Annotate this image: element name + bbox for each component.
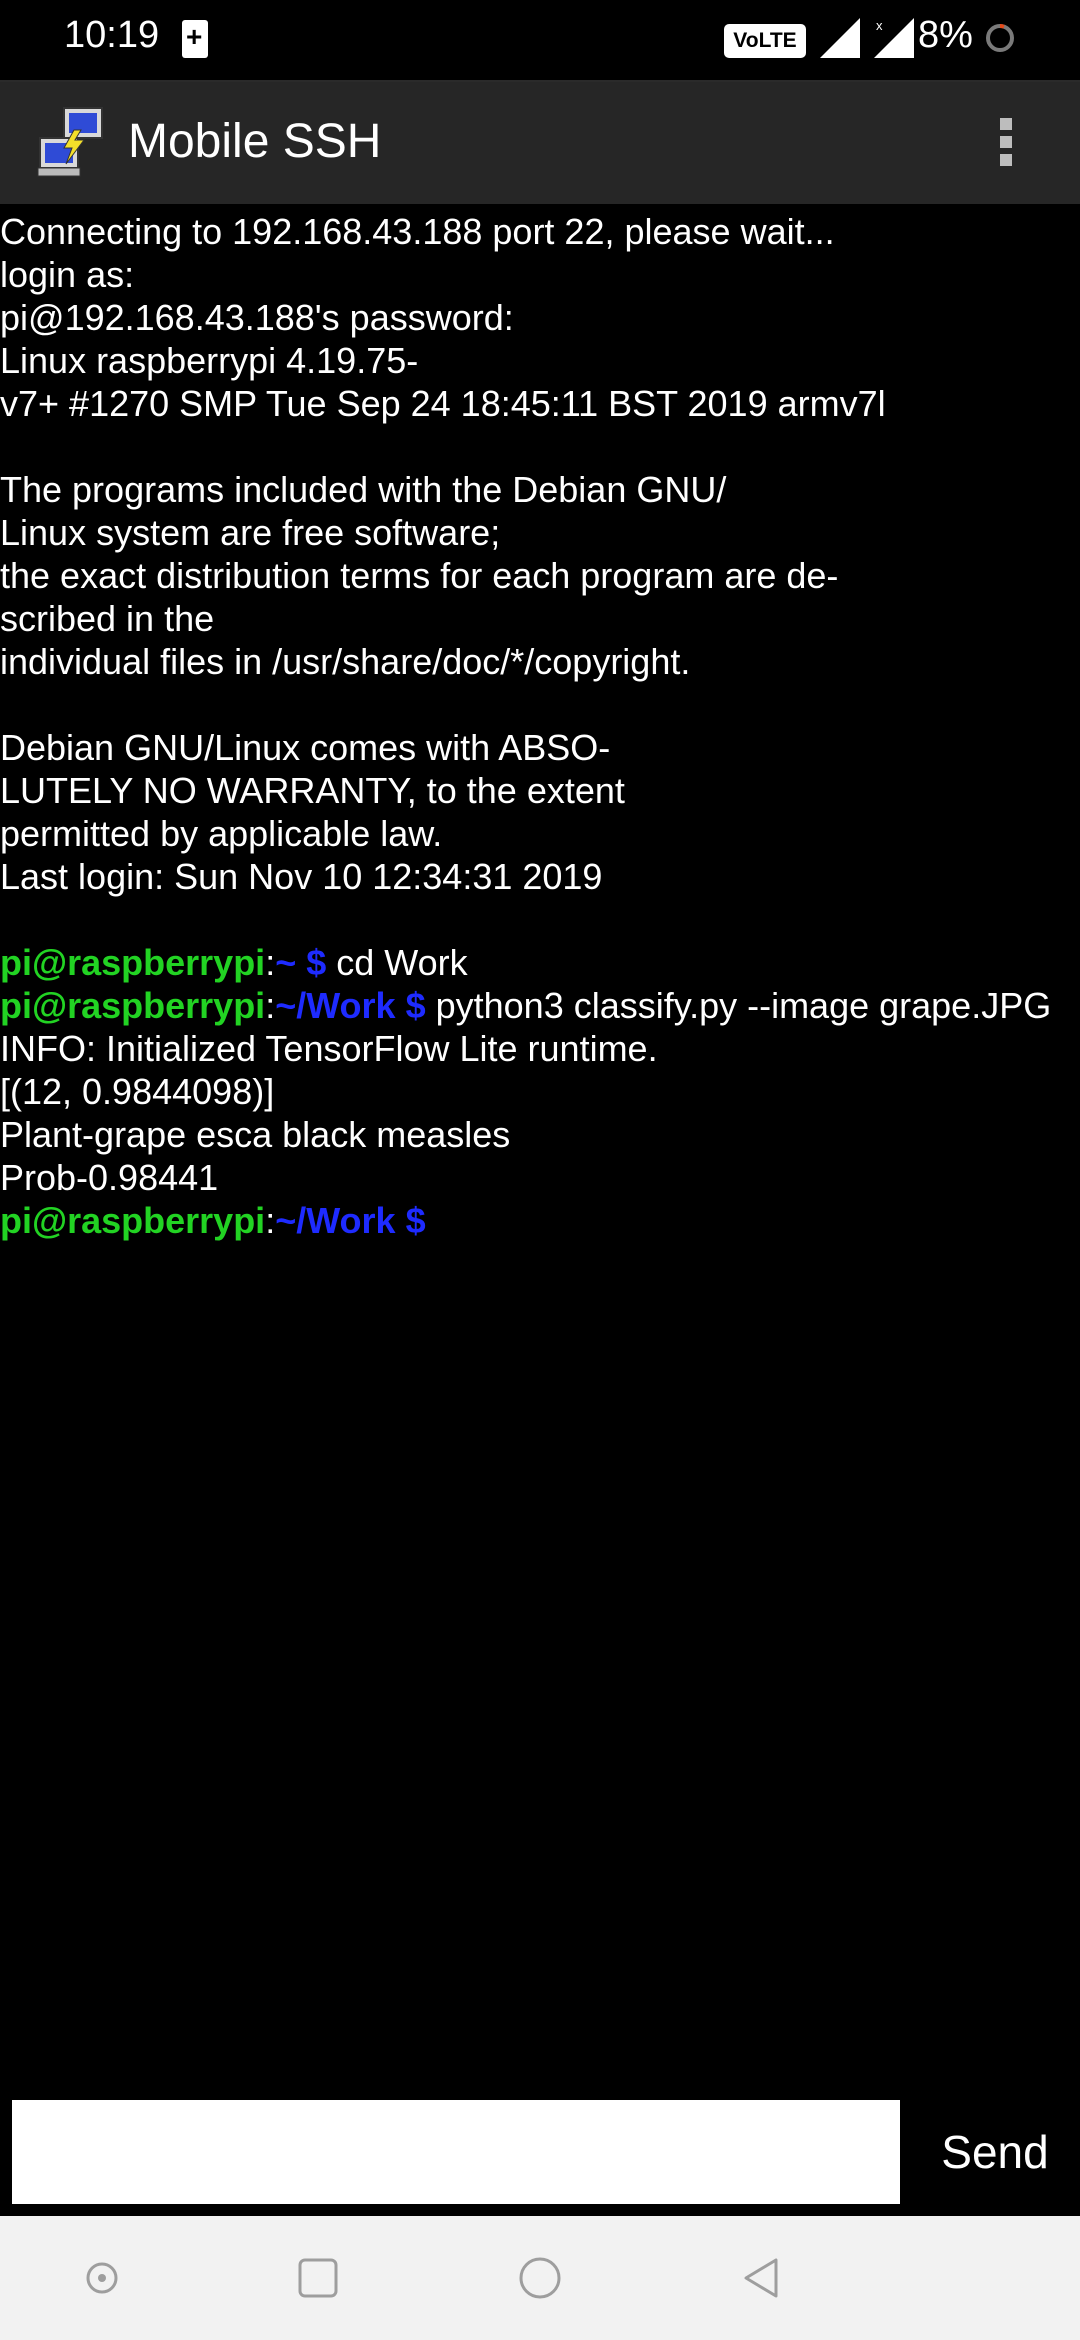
app-bar: Mobile SSH — [0, 82, 1080, 204]
output-line: Prob-0.98441 — [0, 1157, 219, 1198]
prompt-line: pi@raspberrypi:~/Work $ python3 classify… — [0, 984, 1080, 1027]
volte-badge: VoLTE — [724, 24, 806, 58]
signal-no-data-icon: x — [874, 18, 914, 58]
terminal-line: v7+ #1270 SMP Tue Sep 24 18:45:11 BST 20… — [0, 383, 886, 424]
app-title: Mobile SSH — [128, 115, 382, 168]
signal-icon — [820, 18, 860, 58]
terminal-line: Linux system are free software; — [0, 512, 501, 553]
send-button[interactable]: Send — [920, 2100, 1070, 2204]
putty-computers-icon — [37, 107, 103, 177]
battery-percent: 8% — [918, 14, 973, 56]
output-line: [(12, 0.9844098)] — [0, 1071, 275, 1112]
battery-charging-icon — [182, 20, 208, 58]
home-circle-icon[interactable] — [516, 2254, 564, 2302]
overflow-menu-icon[interactable] — [990, 114, 1022, 174]
output-line: INFO: Initialized TensorFlow Lite runtim… — [0, 1028, 658, 1069]
terminal-line: The programs included with the Debian GN… — [0, 469, 727, 510]
prompt-colon: : — [265, 942, 276, 983]
recents-square-icon[interactable] — [294, 2254, 342, 2302]
terminal-line: the exact distribution terms for each pr… — [0, 555, 839, 596]
prompt-line: pi@raspberrypi:~/Work $ — [0, 1199, 1080, 1242]
prompt-user: pi@raspberrypi — [0, 985, 266, 1026]
terminal-line: individual files in /usr/share/doc/*/cop… — [0, 641, 691, 682]
terminal-line: scribed in the — [0, 598, 215, 639]
system-nav-bar — [0, 2216, 1080, 2340]
terminal-line: LUTELY NO WARRANTY, to the extent — [0, 770, 625, 811]
prompt-user: pi@raspberrypi — [0, 942, 266, 983]
prompt-path: ~/Work $ — [275, 1200, 426, 1241]
back-triangle-icon[interactable] — [738, 2254, 786, 2302]
command-input-row: Send — [0, 2090, 1080, 2216]
command-text: cd Work — [326, 942, 468, 983]
terminal-line: Connecting to 192.168.43.188 port 22, pl… — [0, 211, 835, 252]
battery-ring-icon — [986, 24, 1014, 52]
terminal-line: Linux raspberrypi 4.19.75- — [0, 340, 419, 381]
terminal-line: Last login: Sun Nov 10 12:34:31 2019 — [0, 856, 603, 897]
prompt-line: pi@raspberrypi:~ $ cd Work — [0, 941, 1080, 984]
prompt-path: ~/Work $ — [275, 985, 426, 1026]
terminal-line: Debian GNU/Linux comes with ABSO- — [0, 727, 611, 768]
prompt-colon: : — [265, 985, 276, 1026]
terminal-line: login as: — [0, 254, 135, 295]
assistant-dot-icon[interactable] — [78, 2254, 126, 2302]
svg-text:x: x — [876, 18, 883, 33]
terminal-line: permitted by applicable law. — [0, 813, 443, 854]
prompt-user: pi@raspberrypi — [0, 1200, 266, 1241]
terminal-line: pi@192.168.43.188's password: — [0, 297, 514, 338]
command-input[interactable] — [12, 2100, 900, 2204]
output-line: Plant-grape esca black measles — [0, 1114, 511, 1155]
status-bar: 10:19 VoLTE x 8% — [0, 0, 1080, 82]
status-time: 10:19 — [64, 14, 160, 56]
prompt-path: ~ $ — [275, 942, 327, 983]
terminal-output[interactable]: Connecting to 192.168.43.188 port 22, pl… — [0, 210, 1080, 2090]
prompt-colon: : — [265, 1200, 276, 1241]
command-text: python3 classify.py --image grape.JPG — [425, 985, 1052, 1026]
